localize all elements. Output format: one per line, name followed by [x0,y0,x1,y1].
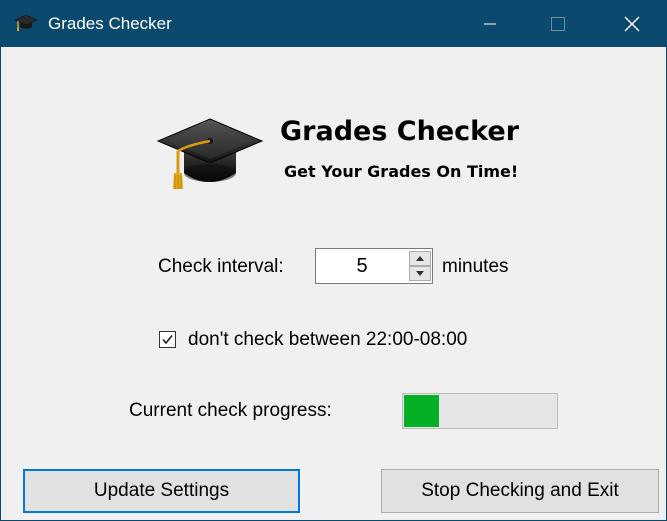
quiet-hours-label[interactable]: don't check between 22:00-08:00 [188,329,467,351]
quiet-hours-checkbox[interactable] [159,331,176,348]
stepper-buttons [409,251,431,281]
stepper-up-button[interactable] [409,251,431,266]
close-icon [624,16,640,31]
progress-fill [404,395,439,427]
app-window: Grades Checker Grades Checker Get Your G… [0,0,667,521]
app-subtitle: Get Your Grades On Time! [284,162,519,181]
chevron-up-icon [416,256,424,261]
progress-label: Current check progress: [129,400,332,421]
checkmark-icon [162,335,173,345]
client-area: Grades Checker Get Your Grades On Time! … [1,47,666,520]
stop-and-exit-button[interactable]: Stop Checking and Exit [381,469,659,513]
check-interval-stepper[interactable] [315,248,433,284]
close-button[interactable] [598,0,666,47]
graduation-cap-icon [14,12,38,34]
minimize-button[interactable] [456,0,524,47]
maximize-button[interactable] [524,0,592,47]
graduation-cap-icon [154,115,264,195]
check-interval-input[interactable] [316,249,408,283]
chevron-down-icon [416,271,424,276]
interval-unit-label: minutes [442,256,509,277]
stepper-down-button[interactable] [409,266,431,281]
update-settings-button[interactable]: Update Settings [23,469,300,513]
check-interval-label: Check interval: [158,256,284,277]
maximize-icon [551,16,565,31]
title-bar[interactable]: Grades Checker [0,0,667,47]
minimize-icon [484,23,496,24]
window-title: Grades Checker [48,14,172,33]
check-progress-bar [402,393,558,429]
app-title: Grades Checker [280,116,520,147]
